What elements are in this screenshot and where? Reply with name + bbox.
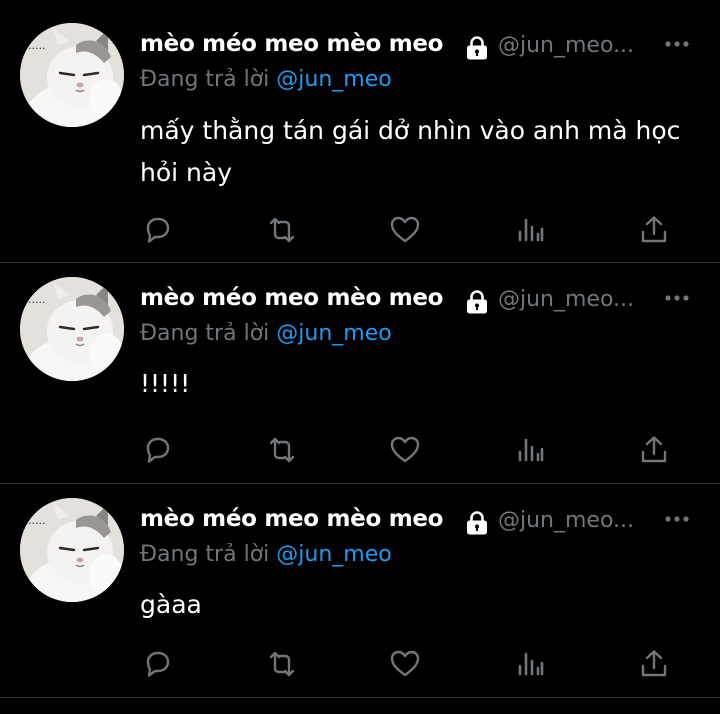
user-handle[interactable]: @jun_meo... (498, 508, 634, 533)
tweet[interactable]: ..... mèo méo meo mèo meo @jun_meo... Đa… (0, 484, 720, 696)
heart-icon[interactable] (385, 210, 425, 250)
replying-to: Đang trả lời @jun_meo (140, 67, 392, 92)
retweet-icon[interactable] (262, 644, 302, 684)
retweet-icon[interactable] (262, 210, 302, 250)
views-icon[interactable] (511, 644, 551, 684)
divider (0, 697, 720, 698)
cat-avatar-image: ..... (20, 23, 124, 127)
tweet-header: mèo méo meo mèo meo @jun_meo... (140, 281, 700, 321)
reply-to-handle[interactable]: @jun_meo (276, 542, 391, 567)
display-name[interactable]: mèo méo meo mèo meo (140, 285, 443, 311)
share-icon[interactable] (634, 210, 674, 250)
tweet[interactable]: ..... mèo méo meo mèo meo @jun_meo... Đa… (0, 0, 720, 262)
reply-icon[interactable] (137, 644, 177, 684)
avatar[interactable]: ..... (20, 498, 124, 602)
replying-to: Đang trả lời @jun_meo (140, 321, 392, 346)
cat-avatar-image: ..... (20, 498, 124, 602)
reply-icon[interactable] (137, 430, 177, 470)
tweet-text: !!!!! (140, 369, 191, 398)
share-icon[interactable] (634, 644, 674, 684)
views-icon[interactable] (511, 210, 551, 250)
tweet-header: mèo méo meo mèo meo @jun_meo... (140, 502, 700, 542)
user-handle[interactable]: @jun_meo... (498, 33, 634, 58)
lock-icon (465, 289, 489, 315)
heart-icon[interactable] (385, 430, 425, 470)
views-icon[interactable] (511, 430, 551, 470)
cat-avatar-image: ..... (20, 277, 124, 381)
avatar-dots-text: ..... (28, 514, 45, 527)
reply-prefix: Đang trả lời (140, 67, 270, 92)
tweet-header: mèo méo meo mèo meo @jun_meo... (140, 27, 700, 67)
reply-prefix: Đang trả lời (140, 542, 270, 567)
avatar[interactable]: ..... (20, 277, 124, 381)
replying-to: Đang trả lời @jun_meo (140, 542, 392, 567)
display-name[interactable]: mèo méo meo mèo meo (140, 31, 443, 57)
more-icon[interactable] (662, 285, 692, 311)
more-icon[interactable] (662, 31, 692, 57)
lock-icon (465, 35, 489, 61)
avatar[interactable]: ..... (20, 23, 124, 127)
user-handle[interactable]: @jun_meo... (498, 287, 634, 312)
tweet[interactable]: ..... mèo méo meo mèo meo @jun_meo... Đa… (0, 263, 720, 483)
avatar-dots-text: ..... (28, 293, 45, 306)
retweet-icon[interactable] (262, 430, 302, 470)
lock-icon (465, 510, 489, 536)
reply-prefix: Đang trả lời (140, 321, 270, 346)
more-icon[interactable] (662, 506, 692, 532)
share-icon[interactable] (634, 430, 674, 470)
tweet-feed: ..... mèo méo meo mèo meo @jun_meo... Đa… (0, 0, 720, 714)
display-name[interactable]: mèo méo meo mèo meo (140, 506, 443, 532)
reply-to-handle[interactable]: @jun_meo (276, 321, 391, 346)
tweet-text: mấy thằng tán gái dở nhìn vào anh mà học… (140, 116, 681, 187)
reply-to-handle[interactable]: @jun_meo (276, 67, 391, 92)
avatar-dots-text: ..... (28, 39, 45, 52)
reply-icon[interactable] (137, 210, 177, 250)
tweet-text: gàaa (140, 590, 202, 619)
heart-icon[interactable] (385, 644, 425, 684)
